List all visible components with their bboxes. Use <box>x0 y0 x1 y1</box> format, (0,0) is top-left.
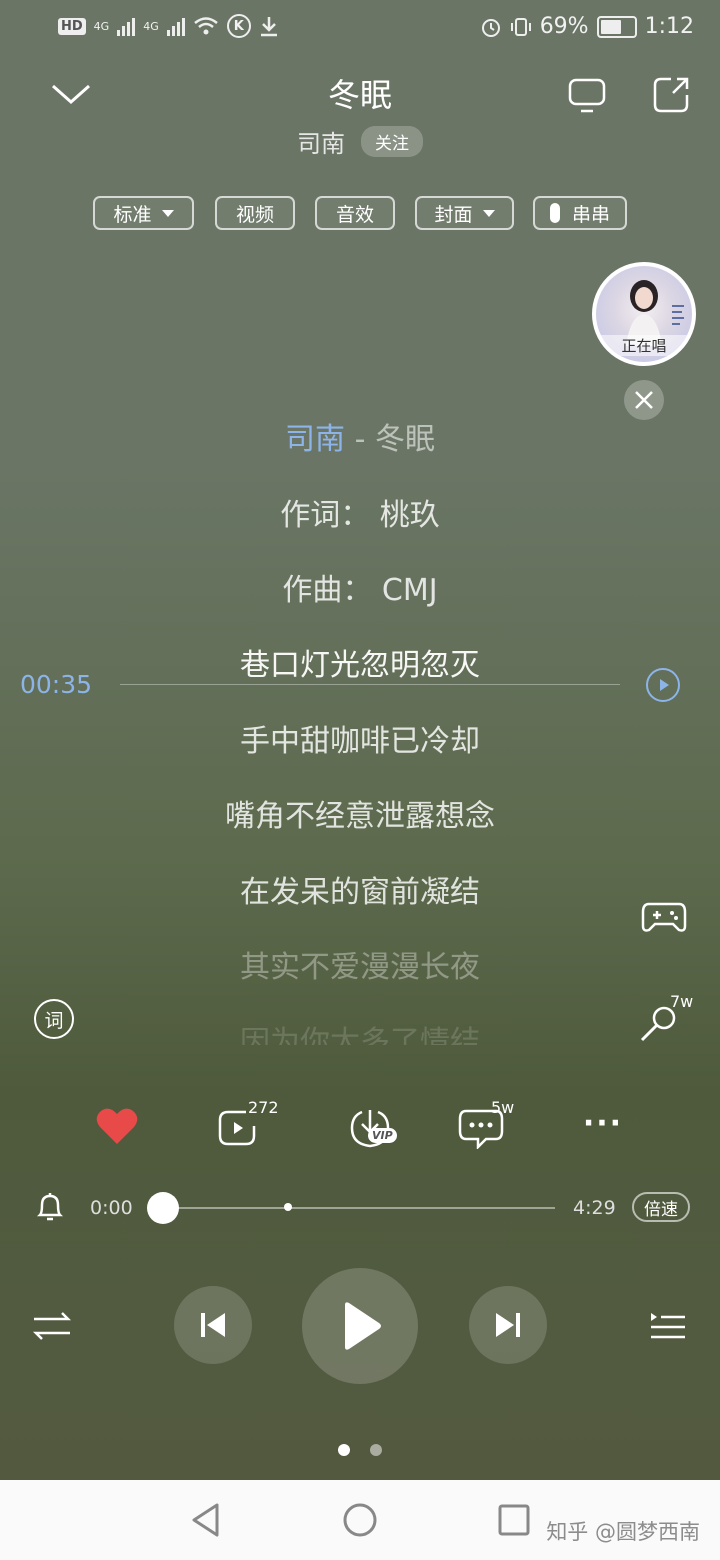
alarm-icon <box>481 18 500 37</box>
more-button[interactable]: ··· <box>580 1106 626 1141</box>
progress-marker <box>284 1203 292 1211</box>
shuffle-button[interactable] <box>32 1306 72 1346</box>
cover-dropdown[interactable]: 封面 <box>415 196 514 230</box>
vip-badge: VIP <box>368 1128 397 1143</box>
video-label: 视频 <box>235 203 274 226</box>
lyric-line[interactable]: 在发呆的窗前凝结 <box>0 867 720 911</box>
share-icon <box>653 77 689 113</box>
recents-nav-button[interactable] <box>494 1500 534 1540</box>
share-button[interactable] <box>648 72 694 118</box>
comment-count: 5w <box>491 1098 515 1117</box>
wifi-icon <box>193 17 218 35</box>
video-button[interactable]: 视频 <box>215 196 295 230</box>
follow-button[interactable]: 关注 <box>361 126 423 157</box>
tv-icon <box>568 78 606 113</box>
gamepad-icon <box>641 902 687 932</box>
hd-badge: HD <box>58 17 86 35</box>
lyric-separator: - <box>345 422 375 457</box>
lyric-title-line: 司南 - 冬眠 <box>0 414 720 458</box>
lyric-line[interactable]: 手中甜咖啡已冷却 <box>0 716 720 760</box>
previous-button[interactable] <box>174 1286 252 1364</box>
effects-button[interactable]: 音效 <box>315 196 395 230</box>
clock: 1:12 <box>644 14 694 39</box>
sleep-timer-button[interactable] <box>34 1189 66 1225</box>
bell-icon <box>36 1193 64 1221</box>
download-button[interactable]: VIP <box>338 1104 402 1152</box>
play-icon <box>345 1302 381 1350</box>
signal-icon <box>117 16 136 36</box>
status-bar: HD 4G 4G K 69% 1:12 <box>0 0 720 55</box>
playback-controls <box>0 1266 720 1386</box>
battery-icon <box>596 15 637 38</box>
karaoke-count: 7w <box>670 992 694 1011</box>
chuanchuan-label: 串串 <box>571 203 610 226</box>
caret-down-icon <box>482 209 495 217</box>
song-title: 冬眠 <box>327 76 392 114</box>
lyric-seek-line <box>120 684 620 685</box>
next-button[interactable] <box>469 1286 547 1364</box>
lyrics-button[interactable]: 词 <box>32 997 76 1041</box>
artist-name[interactable]: 司南 <box>297 124 345 159</box>
lyric-line[interactable]: 巷口灯光忽明忽灭 <box>0 640 720 684</box>
lyric-song: 冬眠 <box>374 422 435 457</box>
game-button[interactable] <box>640 896 688 936</box>
cover-label: 封面 <box>434 203 473 226</box>
recents-square-icon <box>498 1504 530 1536</box>
now-singing-label: 正在唱 <box>596 335 692 356</box>
play-icon <box>660 679 669 691</box>
skip-back-icon <box>201 1313 225 1337</box>
current-time: 0:00 <box>90 1197 133 1219</box>
watermark: 知乎 @圆梦西南 <box>546 1520 700 1544</box>
back-nav-button[interactable] <box>186 1500 226 1540</box>
skip-forward-icon <box>496 1313 520 1337</box>
network-type-1: 4G <box>93 19 110 33</box>
lyric-line[interactable]: 作曲： CMJ <box>0 565 720 609</box>
mv-count: 272 <box>248 1098 279 1117</box>
now-singing-bubble[interactable]: 正在唱 <box>592 262 696 366</box>
progress-area: 0:00 4:29 倍速 <box>0 1185 720 1231</box>
toggle-switch-icon <box>549 203 560 223</box>
network-type-2: 4G <box>143 19 159 33</box>
chuanchuan-toggle[interactable]: 串串 <box>533 196 627 230</box>
page-indicator <box>0 1444 720 1456</box>
home-nav-button[interactable] <box>340 1500 380 1540</box>
lyric-seek-time: 00:35 <box>20 670 93 699</box>
play-button[interactable] <box>302 1268 418 1384</box>
lyric-line[interactable]: 作词： 桃玖 <box>0 490 720 534</box>
artist-row: 司南 关注 <box>0 124 720 159</box>
vibrate-icon <box>510 17 531 36</box>
speed-button[interactable]: 倍速 <box>632 1192 690 1222</box>
home-circle-icon <box>343 1503 377 1537</box>
like-button[interactable] <box>94 1106 140 1146</box>
signal-icon-2 <box>166 16 185 36</box>
repeat-order-icon <box>32 1312 72 1340</box>
page-dot[interactable] <box>370 1444 382 1456</box>
lyric-line[interactable]: 嘴角不经意泄露想念 <box>0 791 720 835</box>
lyric-artist: 司南 <box>285 422 346 457</box>
progress-track[interactable] <box>163 1207 555 1209</box>
lyric-line[interactable]: 因为你太多了情结 <box>0 1017 720 1045</box>
k-icon: K <box>226 14 251 38</box>
lyric-seek-play-button[interactable] <box>646 668 680 702</box>
download-status-icon <box>260 17 277 37</box>
heart-icon <box>96 1108 138 1144</box>
battery-percent: 69% <box>539 14 589 39</box>
progress-thumb[interactable] <box>147 1192 179 1224</box>
caret-down-icon <box>161 209 174 217</box>
quality-label: 标准 <box>113 203 152 226</box>
total-time: 4:29 <box>573 1197 616 1219</box>
screen-cast-button[interactable] <box>564 72 610 118</box>
lyric-line[interactable]: 其实不爱漫漫长夜 <box>0 942 720 986</box>
page-dot-active[interactable] <box>338 1444 350 1456</box>
lyrics-icon: 词 <box>34 999 74 1039</box>
playlist-icon <box>651 1313 685 1339</box>
quality-dropdown[interactable]: 标准 <box>93 196 194 230</box>
effects-label: 音效 <box>335 203 374 226</box>
playlist-button[interactable] <box>648 1306 688 1346</box>
player-screen: HD 4G 4G K 69% 1:12 冬眠 司南 关注 标准 视频 音效 封面… <box>0 0 720 1560</box>
back-triangle-icon <box>192 1503 219 1537</box>
